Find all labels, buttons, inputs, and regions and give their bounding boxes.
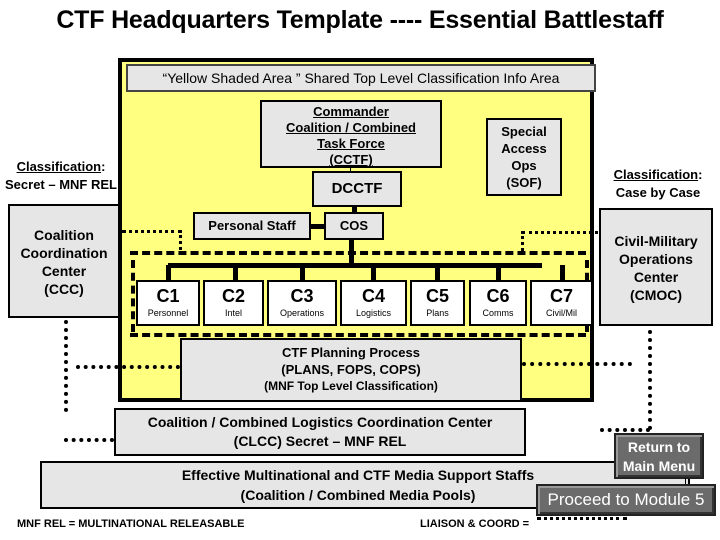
- staff-bus-line: [168, 263, 542, 268]
- staff-name: Comms: [482, 308, 514, 318]
- staff-section-c3[interactable]: C3 Operations: [267, 280, 337, 326]
- return-line-2: Main Menu: [622, 458, 696, 474]
- staff-stem: [371, 265, 376, 281]
- staff-section-c2[interactable]: C2 Intel: [203, 280, 264, 326]
- sof-line: Special: [501, 124, 547, 139]
- liaison-line-cmoc-c7: [522, 231, 598, 234]
- planning-process-box[interactable]: CTF Planning Process (PLANS, FOPS, COPS)…: [180, 338, 522, 402]
- staff-code: C1: [156, 286, 180, 306]
- liaison-line-ccc-down: [64, 320, 68, 412]
- staff-name: Civil/Mil: [546, 308, 577, 318]
- staff-name: Operations: [279, 308, 325, 318]
- ccc-line: Coordination: [20, 245, 108, 261]
- dashed-boundary-lower: [130, 333, 586, 337]
- staff-name: Logistics: [355, 308, 391, 318]
- clcc-line-1: Coalition / Combined Logistics Coordinat…: [147, 414, 493, 430]
- cmoc-line: (CMOC): [629, 287, 683, 303]
- clcc-line-2: (CLCC) Secret – MNF REL: [233, 433, 407, 449]
- dashed-boundary-left: [131, 260, 135, 332]
- sof-line: Ops: [511, 158, 537, 173]
- staff-stem: [166, 265, 171, 281]
- proceed-module-5-button[interactable]: Proceed to Module 5: [536, 484, 716, 516]
- cmoc-line: Operations: [619, 251, 693, 267]
- staff-code: C3: [290, 286, 314, 306]
- legend-liaison: LIAISON & COORD =: [420, 518, 530, 530]
- staff-section-c6[interactable]: C6 Comms: [469, 280, 527, 326]
- dashed-boundary-upper: [130, 251, 586, 255]
- clcc-box[interactable]: Coalition / Combined Logistics Coordinat…: [114, 408, 526, 456]
- liaison-line-ccc-pstaff-drop: [179, 230, 182, 250]
- commander-box[interactable]: Commander Coalition / Combined Task Forc…: [260, 100, 442, 168]
- legend-mnf-rel: MNF REL = MULTINATIONAL RELEASABLE: [17, 518, 245, 530]
- ccc-line: Coalition: [34, 227, 94, 243]
- shared-area-banner: “Yellow Shaded Area ” Shared Top Level C…: [126, 64, 596, 92]
- staff-code: C6: [486, 286, 510, 306]
- staff-section-c5[interactable]: C5 Plans: [410, 280, 465, 326]
- ccc-box[interactable]: Coalition Coordination Center (CCC): [8, 204, 120, 318]
- commander-line: Commander: [313, 104, 389, 119]
- cmoc-line: Civil-Military: [614, 233, 698, 249]
- return-main-menu-button[interactable]: Return to Main Menu: [614, 433, 704, 479]
- staff-name: Plans: [426, 308, 449, 318]
- staff-name: Intel: [224, 308, 242, 318]
- commander-line: Task Force: [317, 136, 385, 151]
- page-title: CTF Headquarters Template ---- Essential…: [56, 6, 664, 34]
- staff-code: C4: [361, 286, 385, 306]
- staff-stem: [560, 265, 565, 281]
- return-line-1: Return to: [627, 439, 691, 455]
- planning-line-1: CTF Planning Process: [282, 345, 420, 360]
- cmoc-line: Center: [633, 269, 679, 285]
- ccc-line: Center: [41, 263, 87, 279]
- staff-name: Personnel: [147, 308, 189, 318]
- liaison-line-clcc-cmoc: [600, 428, 650, 432]
- planning-line-2: (PLANS, FOPS, COPS): [281, 362, 421, 377]
- legend-liaison-dotted-sample: [537, 517, 627, 520]
- personal-staff-box[interactable]: Personal Staff: [193, 212, 311, 240]
- staff-code: C5: [425, 286, 449, 306]
- cmoc-box[interactable]: Civil-Military Operations Center (CMOC): [599, 208, 713, 326]
- staff-stem: [496, 265, 501, 281]
- media-line-1: Effective Multinational and CTF Media Su…: [181, 467, 535, 483]
- staff-section-c4[interactable]: C4 Logistics: [340, 280, 407, 326]
- sof-line: (SOF): [506, 175, 542, 190]
- liaison-line-cmoc-down: [648, 330, 652, 430]
- sof-line: Access: [501, 141, 547, 156]
- right-classification: Classification: Case by Case: [596, 166, 720, 202]
- commander-line: Coalition / Combined: [286, 120, 416, 135]
- staff-stem: [300, 265, 305, 281]
- liaison-line-ccc-plan: [76, 365, 180, 369]
- commander-line: (CCTF): [329, 152, 373, 167]
- liaison-line-cmoc-c7-drop: [521, 231, 524, 251]
- staff-code: C2: [221, 286, 245, 306]
- classification-value: Case by Case: [615, 185, 701, 200]
- liaison-line-plan-cmoc: [522, 362, 632, 366]
- staff-code: C7: [549, 286, 573, 306]
- classification-label: Classification: [613, 167, 699, 182]
- staff-section-c7[interactable]: C7 Civil/Mil: [530, 280, 593, 326]
- classification-label: Classification: [16, 159, 102, 174]
- sof-box[interactable]: Special Access Ops (SOF): [486, 118, 562, 196]
- ccc-line: (CCC): [44, 281, 84, 297]
- dcctf-box[interactable]: DCCTF: [312, 171, 402, 207]
- staff-section-c1[interactable]: C1 Personnel: [136, 280, 200, 326]
- staff-stem: [233, 265, 238, 281]
- staff-stem: [435, 265, 440, 281]
- planning-line-3: (MNF Top Level Classification): [264, 379, 438, 393]
- liaison-line-ccc-clcc: [64, 438, 114, 442]
- liaison-line-ccc-pstaff: [122, 230, 182, 233]
- left-classification: Classification: Secret – MNF REL: [0, 158, 122, 194]
- classification-value: Secret – MNF REL: [5, 177, 117, 192]
- cos-box[interactable]: COS: [324, 212, 384, 240]
